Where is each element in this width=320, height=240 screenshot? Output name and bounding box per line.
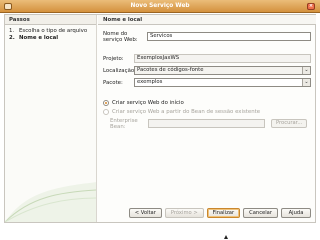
project-label: Projeto: <box>103 55 124 62</box>
close-icon[interactable]: × <box>307 3 315 10</box>
mouse-pointer-icon <box>224 235 228 239</box>
from-bean-radio <box>103 108 109 115</box>
back-button[interactable]: < Voltar <box>128 208 162 218</box>
finish-button[interactable]: Finalizar <box>206 208 241 218</box>
project-field: ExemplosJaxWS <box>134 54 311 63</box>
cancel-button[interactable]: Cancelar <box>243 208 278 218</box>
location-label: Localização: <box>103 67 136 74</box>
enterprise-bean-row: Enterprise Bean: Procurar... <box>110 117 308 130</box>
from-bean-option: Criar serviço Web a partir do Bean de se… <box>103 108 260 115</box>
service-name-row: Nome do serviço Web: Servicos <box>103 30 311 43</box>
settings-panel: Nome e local Nome do serviço Web: Servic… <box>98 15 316 222</box>
package-label: Pacote: <box>103 79 123 86</box>
service-name-input[interactable]: Servicos <box>147 32 311 41</box>
package-value[interactable]: exemplos <box>135 79 302 86</box>
chevron-down-icon[interactable]: ⌄ <box>302 79 310 86</box>
steps-header: Passos <box>5 15 96 25</box>
browse-button: Procurar... <box>271 119 308 128</box>
steps-panel: Passos 1. Escolha o tipo de arquivo 2. N… <box>5 15 97 222</box>
enterprise-bean-label: Enterprise Bean: <box>110 117 138 130</box>
window-title: Novo Serviço Web <box>130 3 190 9</box>
package-row: Pacote: exemplos ⌄ <box>103 78 311 87</box>
decorative-swoosh <box>5 182 96 222</box>
step-label: Nome e local <box>19 34 59 41</box>
new-web-service-dialog: Novo Serviço Web × Passos 1. Escolha o t… <box>0 0 320 240</box>
steps-list: 1. Escolha o tipo de arquivo 2. Nome e l… <box>5 25 96 44</box>
location-select[interactable]: Pacotes de códigos-fonte ⌄ <box>134 66 311 75</box>
service-name-label: Nome do serviço Web: <box>103 30 138 43</box>
from-scratch-label[interactable]: Criar serviço Web do início <box>112 100 184 106</box>
chevron-down-icon[interactable]: ⌄ <box>302 67 310 74</box>
from-scratch-radio[interactable] <box>103 99 109 106</box>
step-item-current: 2. Nome e local <box>9 35 92 42</box>
from-bean-label: Criar serviço Web a partir do Bean de se… <box>112 108 261 115</box>
location-value: Pacotes de códigos-fonte <box>137 67 204 73</box>
from-scratch-option[interactable]: Criar serviço Web do início <box>103 99 184 106</box>
help-button[interactable]: Ajuda <box>281 208 311 218</box>
enterprise-bean-input <box>148 119 265 128</box>
package-combobox[interactable]: exemplos ⌄ <box>134 78 311 87</box>
location-row: Localização: Pacotes de códigos-fonte ⌄ <box>103 66 311 75</box>
dialog-body: Passos 1. Escolha o tipo de arquivo 2. N… <box>4 14 316 223</box>
panel-header: Nome e local <box>98 15 316 25</box>
title-bar[interactable]: Novo Serviço Web × <box>0 0 320 13</box>
next-button: Próximo > <box>164 208 204 218</box>
step-number: 2. <box>9 34 15 41</box>
project-row: Projeto: ExemplosJaxWS <box>103 54 311 63</box>
wizard-buttons: < Voltar Próximo > Finalizar Cancelar Aj… <box>128 208 311 218</box>
